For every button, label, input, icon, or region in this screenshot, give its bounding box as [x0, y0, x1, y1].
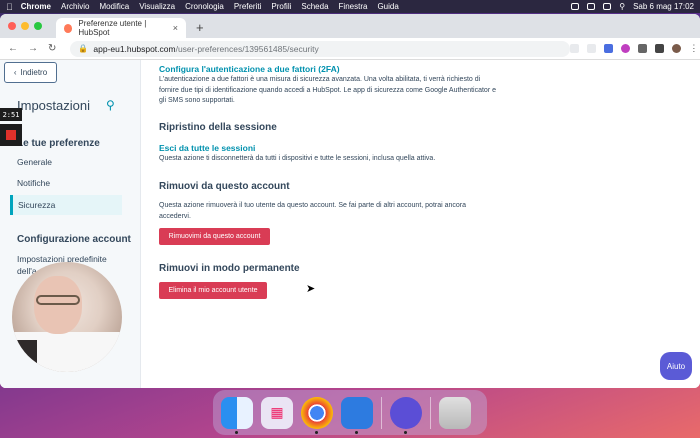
browser-menu-icon[interactable]: ⋮ [689, 43, 698, 54]
window-controls [8, 14, 42, 38]
chevron-left-icon: ‹ [13, 68, 17, 77]
sidepanel-icon[interactable] [655, 44, 665, 53]
launchpad-icon[interactable]: ▦ [261, 396, 293, 429]
sidebar-item-generale[interactable]: Generale [17, 157, 52, 167]
tab-preferenze[interactable]: Preferenze utente | HubSpot × [56, 18, 186, 38]
logout-all-sessions-link[interactable]: Esci da tutte le sessioni [159, 143, 255, 153]
screen-recorder-icon[interactable] [390, 396, 422, 434]
webcam-face [34, 276, 82, 334]
mouse-cursor-icon: ➤ [306, 283, 316, 295]
trash-icon[interactable] [439, 396, 471, 429]
menu-guida[interactable]: Guida [377, 2, 398, 11]
browser-toolbar: ← → ↻ 🔒 app-eu1.hubspot.com /user-prefer… [0, 38, 700, 60]
forward-arrow-icon[interactable]: → [28, 43, 38, 54]
sidebar-item-label: Sicurezza [18, 200, 56, 210]
status-search-icon[interactable]: ⚲ [619, 2, 625, 11]
status-gear-icon[interactable] [571, 3, 580, 10]
menu-finestra[interactable]: Finestra [339, 2, 368, 11]
url-host: app-eu1.hubspot.com [93, 43, 176, 54]
macos-dock: ▦ [213, 390, 487, 435]
session-description: Questa azione ti disconnetterà da tutti … [159, 155, 436, 162]
macos-menubar:  Chrome Archivio Modifica Visualizza Cr… [0, 0, 700, 13]
apple-icon[interactable]:  [6, 2, 13, 12]
session-reset-heading: Ripristino della sessione [159, 122, 277, 133]
share-icon[interactable] [570, 44, 580, 53]
remove-account-heading: Rimuovi da questo account [159, 181, 290, 192]
search-icon[interactable]: ⚲ [106, 98, 115, 112]
webcam-background [12, 340, 37, 372]
remove-account-description: Questa azione rimuoverà il tuo utente da… [159, 202, 467, 220]
status-wifi-icon[interactable] [603, 3, 612, 10]
close-window-button[interactable] [8, 22, 16, 30]
twofa-description: L'autenticazione a due fattori è una mis… [159, 76, 496, 104]
menu-cronologia[interactable]: Cronologia [185, 2, 224, 11]
tab-title: Preferenze utente | HubSpot [78, 19, 147, 37]
menu-profili[interactable]: Profili [271, 2, 291, 11]
hubspot-favicon-icon [64, 23, 73, 33]
dock-separator [430, 396, 431, 429]
menu-archivio[interactable]: Archivio [61, 2, 89, 11]
stop-square-icon [6, 130, 16, 140]
webcam-glasses [36, 295, 80, 305]
launchpad-grid-icon: ▦ [270, 404, 284, 420]
sidebar-title: Impostazioni [17, 98, 90, 113]
running-indicator [315, 430, 318, 434]
sidebar-item-sicurezza[interactable]: Sicurezza [10, 195, 122, 215]
menu-app-name[interactable]: Chrome [21, 2, 51, 11]
remove-from-account-button[interactable]: Rimuovimi da questo account [159, 228, 270, 245]
sidebar-section-account: Configurazione account [17, 234, 131, 245]
help-button[interactable]: Aiuto [660, 352, 692, 380]
delete-permanent-heading: Rimuovi in modo permanente [159, 263, 300, 274]
menu-preferiti[interactable]: Preferiti [234, 2, 262, 11]
menu-visualizza[interactable]: Visualizza [139, 2, 175, 11]
thunderbird-icon[interactable] [341, 396, 373, 434]
tab-bar: Preferenze utente | HubSpot × + [0, 14, 700, 38]
configure-2fa-link[interactable]: Configura l'autenticazione a due fattori… [159, 64, 340, 74]
finder-icon[interactable] [221, 396, 253, 434]
extensions-area: ⋮ [570, 43, 698, 54]
tab-close-icon[interactable]: × [173, 23, 178, 33]
url-path: /user-preferences/139561485/security [175, 43, 319, 54]
sidebar-item-notifiche[interactable]: Notifiche [17, 178, 50, 188]
profile-avatar[interactable] [672, 44, 682, 53]
extensions-puzzle-icon[interactable] [638, 44, 648, 53]
dock-separator [381, 396, 382, 429]
running-indicator [235, 430, 238, 434]
minimize-window-button[interactable] [21, 22, 29, 30]
extension-profile-icon[interactable] [621, 44, 631, 53]
back-button-label: Indietro [20, 68, 48, 77]
stop-recording-button[interactable] [0, 124, 22, 146]
webcam-bubble[interactable] [12, 262, 122, 372]
back-button[interactable]: ‹ Indietro [4, 62, 57, 83]
new-tab-button[interactable]: + [196, 20, 204, 35]
back-arrow-icon[interactable]: ← [8, 43, 18, 54]
menu-scheda[interactable]: Scheda [301, 2, 328, 11]
lock-icon[interactable]: 🔒 [78, 44, 88, 53]
running-indicator [355, 430, 358, 434]
status-battery-icon[interactable] [587, 3, 596, 10]
extension-icon[interactable] [604, 44, 614, 53]
running-indicator [404, 430, 407, 434]
menu-modifica[interactable]: Modifica [99, 2, 129, 11]
address-bar[interactable]: 🔒 app-eu1.hubspot.com /user-preferences/… [70, 40, 571, 57]
bookmark-star-icon[interactable] [587, 44, 597, 53]
delete-user-account-button[interactable]: Elimina il mio account utente [159, 282, 267, 299]
menubar-datetime[interactable]: Sab 6 mag 17:02 [633, 2, 694, 11]
zoom-window-button[interactable] [34, 22, 42, 30]
reload-icon[interactable]: ↻ [48, 43, 56, 54]
recording-timer: 2:51 [0, 108, 22, 121]
sidebar-section-preferences: Le tue preferenze [17, 138, 100, 149]
chrome-icon[interactable] [301, 396, 333, 434]
